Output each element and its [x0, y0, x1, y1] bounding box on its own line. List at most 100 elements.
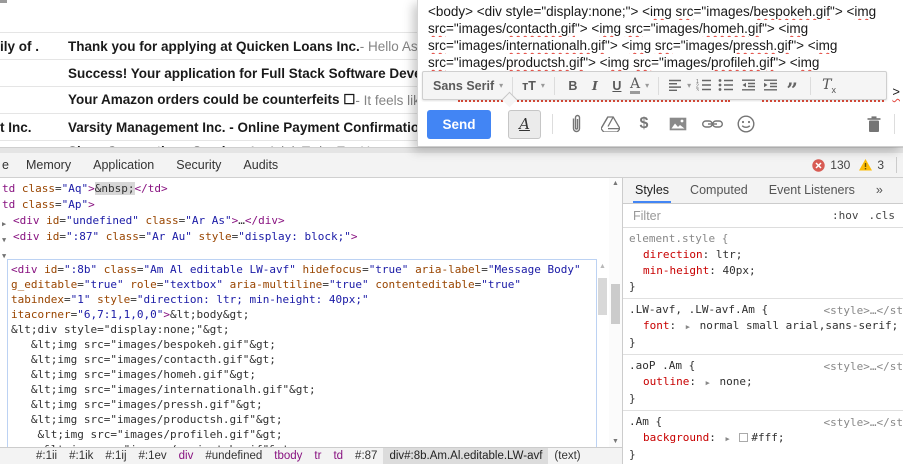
disclosure-arrow-icon[interactable]: ▼	[2, 248, 6, 264]
css-property[interactable]: font: ▶ normal small arial,sans-serif;	[629, 318, 903, 335]
css-rule[interactable]: element.style {direction: ltr; min-height…	[623, 228, 903, 299]
dom-node-line[interactable]: td class="Ap">	[2, 197, 622, 213]
breadcrumb-item[interactable]: #:1ev	[133, 448, 173, 464]
filter-input[interactable]	[631, 207, 761, 224]
inbox-row-empty[interactable]	[0, 0, 417, 33]
inbox-row[interactable]: ily of . Thank you for applying at Quicke…	[0, 33, 417, 60]
css-rule[interactable]: .LW-avf, .LW-avf.Am {<style>…</st font: ▶…	[623, 299, 903, 355]
quote-button[interactable]: ”	[781, 74, 803, 100]
italic-button[interactable]: I	[584, 74, 606, 98]
dom-node-line[interactable]: &lt;img src="images/contacth.gif"&gt;	[11, 352, 593, 367]
devtools-tab-e[interactable]: e	[0, 158, 15, 172]
expand-arrow-icon[interactable]: ▶	[725, 435, 729, 443]
styles-tab-event-listeners[interactable]: Event Listeners	[767, 178, 857, 203]
dom-node-line[interactable]: tabindex="1" style="direction: ltr; min-…	[11, 292, 593, 307]
warning-icon[interactable]	[859, 159, 873, 171]
dom-node-line[interactable]: g_editable="true" role="textbox" aria-mu…	[11, 277, 593, 292]
inbox-row[interactable]: t Inc. Varsity Management Inc. - Online P…	[0, 114, 417, 141]
dom-node-line[interactable]: ▼ <div id=":87" class="Ar Au" style="disp…	[2, 229, 622, 245]
photo-icon[interactable]	[666, 112, 690, 136]
devtools-tab-memory[interactable]: Memory	[15, 158, 82, 172]
scroll-down-icon[interactable]: ▼	[609, 438, 622, 445]
breadcrumb-item[interactable]: div	[173, 448, 200, 464]
css-rule[interactable]: .Am {<style>…</st background: ▶ #fff;}	[623, 411, 903, 464]
attach-icon[interactable]	[564, 112, 588, 136]
inner-scrollbar[interactable]: ▲	[597, 263, 608, 345]
formatting-toggle-button[interactable]: A	[508, 109, 541, 139]
dom-node-line[interactable]: &lt;img src="images/homeh.gif"&gt;	[11, 367, 593, 382]
css-property[interactable]: outline: ▶ none;	[629, 374, 903, 391]
elements-scrollbar[interactable]: ▲ ▼	[609, 178, 622, 447]
dom-node-line[interactable]: &lt;div style="display:none;"&gt;	[11, 322, 593, 337]
scroll-up-icon[interactable]: ▲	[609, 180, 622, 187]
inbox-row[interactable]: Success! Your application for Full Stack…	[0, 60, 417, 87]
underline-button[interactable]: U	[606, 74, 628, 98]
css-property[interactable]: direction: ltr;	[629, 247, 903, 263]
css-rule-source[interactable]: <style>…</st	[824, 415, 903, 431]
css-property[interactable]: min-height: 40px;	[629, 263, 903, 279]
scroll-up-icon[interactable]: ▲	[597, 263, 608, 270]
breadcrumb-item[interactable]: td	[327, 448, 349, 464]
disclosure-arrow-icon[interactable]: ▼	[2, 232, 6, 245]
css-property[interactable]: background: ▶ #fff;	[629, 430, 903, 447]
breadcrumb-item[interactable]: tbody	[268, 448, 308, 464]
breadcrumb-item[interactable]: div#:8b.Am.Al.editable.LW-avf	[383, 448, 549, 464]
css-rule[interactable]: .aoP .Am {<style>…</st outline: ▶ none;}	[623, 355, 903, 411]
pseudo-state-button[interactable]: :hov	[832, 209, 859, 222]
dom-node-line[interactable]: ▶ <div id="undefined" class="Ar As">…</di…	[2, 213, 622, 229]
class-toggle-button[interactable]: .cls	[869, 209, 896, 222]
text-color-button[interactable]: A ▾	[628, 74, 651, 98]
breadcrumb-item[interactable]: #:1ik	[63, 448, 99, 464]
align-button[interactable]: ▾	[666, 74, 693, 98]
bold-button[interactable]: B	[562, 74, 584, 98]
font-size-button[interactable]: тT ▾	[520, 74, 547, 98]
disclosure-arrow-icon[interactable]: ▶	[2, 216, 6, 229]
css-rule-source[interactable]: <style>…</st	[824, 359, 903, 375]
scrollbar-thumb[interactable]	[611, 284, 620, 324]
devtools-tab-audits[interactable]: Audits	[232, 158, 289, 172]
drive-icon[interactable]	[598, 112, 622, 136]
devtools-tab-application[interactable]: Application	[82, 158, 165, 172]
dom-node-line[interactable]: &lt;img src="images/internationalh.gif"&…	[11, 382, 593, 397]
inbox-row[interactable]: Your Amazon orders could be counterfeits…	[0, 87, 417, 114]
dom-node-line[interactable]: td class="Aq">&nbsp;</td>	[2, 181, 622, 197]
remove-formatting-button[interactable]: Tx	[818, 74, 840, 98]
dom-node-line[interactable]: ▼	[2, 245, 622, 260]
breadcrumb-item[interactable]: #undefined	[199, 448, 268, 464]
devtools-tab-security[interactable]: Security	[165, 158, 232, 172]
bulleted-list-button[interactable]	[715, 74, 737, 98]
selected-dom-node[interactable]: <div id=":8b" class="Am Al editable LW-a…	[7, 259, 597, 447]
styles-tab-styles[interactable]: Styles	[633, 178, 672, 203]
numbered-list-button[interactable]: 123	[693, 74, 715, 98]
link-icon[interactable]	[700, 112, 724, 136]
breadcrumb-item[interactable]: tr	[308, 448, 327, 464]
warning-count[interactable]: 3	[877, 158, 884, 172]
expand-arrow-icon[interactable]: ▶	[706, 379, 710, 387]
indent-more-button[interactable]	[759, 74, 781, 98]
styles-tab--[interactable]: »	[874, 178, 885, 203]
dom-node-line[interactable]: &lt;img src="images/profileh.gif"&gt;	[11, 427, 593, 442]
color-swatch[interactable]	[739, 433, 749, 442]
breadcrumb-item[interactable]: (text)	[548, 448, 586, 464]
money-icon[interactable]: $	[632, 112, 656, 136]
dom-node-line[interactable]: &lt;img src="images/pressh.gif"&gt;	[11, 397, 593, 412]
scrollbar-thumb[interactable]	[598, 278, 607, 315]
breadcrumb-item[interactable]: #:87	[349, 448, 383, 464]
font-family-button[interactable]: Sans Serif ▾	[431, 74, 505, 98]
dom-node-line[interactable]: itacorner="6,7:1,1,0,0">&lt;body&gt;	[11, 307, 593, 322]
css-rule-source[interactable]: <style>…</st	[824, 303, 903, 319]
indent-less-button[interactable]	[737, 74, 759, 98]
compose-body[interactable]: <body> <div style="display:none;"> <img …	[428, 3, 900, 78]
styles-tab-computed[interactable]: Computed	[688, 178, 750, 203]
dom-node-line[interactable]: &lt;img src="images/productsh.gif"&gt;	[11, 412, 593, 427]
emoji-icon[interactable]	[734, 112, 758, 136]
dom-node-line[interactable]: <div id=":8b" class="Am Al editable LW-a…	[11, 262, 593, 277]
trash-icon[interactable]	[862, 112, 886, 136]
expand-arrow-icon[interactable]: ▶	[686, 323, 690, 331]
breadcrumb-item[interactable]: #:1ij	[99, 448, 132, 464]
error-icon[interactable]	[812, 158, 825, 172]
send-button[interactable]: Send	[427, 109, 491, 139]
breadcrumb-item[interactable]: #:1ii	[30, 448, 63, 464]
error-count[interactable]: 130	[830, 158, 850, 172]
dom-node-line[interactable]: &lt;img src="images/bespokeh.gif"&gt;	[11, 337, 593, 352]
